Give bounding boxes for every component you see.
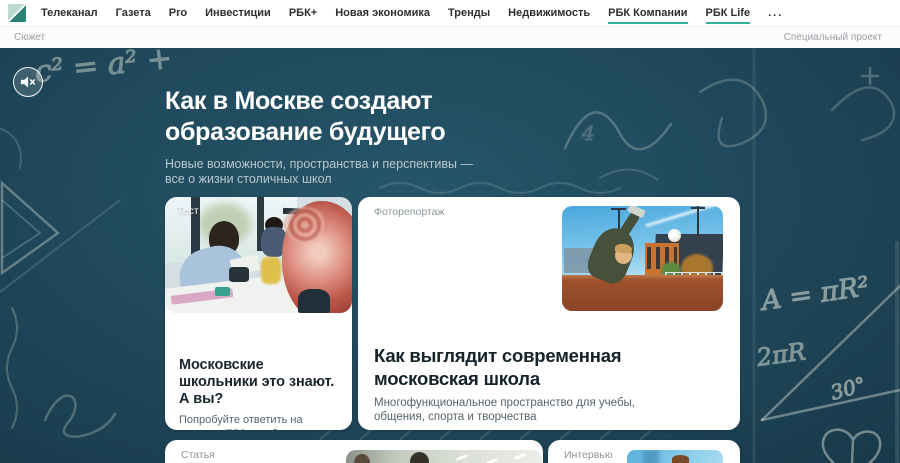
nav-item-new-economy[interactable]: Новая экономика <box>335 2 430 24</box>
card-tag: Интервью <box>564 449 613 461</box>
svg-text:4: 4 <box>581 121 595 145</box>
chalk-triangle-ruler <box>0 180 60 276</box>
page-title: Как в Москве создают образование будущег… <box>165 87 446 146</box>
nav-item-rbc-companies[interactable]: РБК Компании <box>608 2 688 24</box>
card-title: Московские школьники это знают. А вы? <box>179 357 335 407</box>
nav-more-dots-icon[interactable]: ... <box>768 2 783 24</box>
top-navbar: Телеканал Газета Pro Инвестиции РБК+ Нов… <box>0 0 900 27</box>
nav-item-investments[interactable]: Инвестиции <box>205 2 271 24</box>
nav-item-trends[interactable]: Тренды <box>448 2 490 24</box>
card-test[interactable]: Тест Московские школьники это знают. А в… <box>165 197 352 430</box>
chalk-formula-area: A = πR² <box>757 271 871 317</box>
cards-grid: Тест Московские школьники это знают. А в… <box>165 197 740 463</box>
chalk-formula-pythagoras: c² = a² + <box>33 48 174 90</box>
card-description: Попробуйте ответить на вопросы ЕГЭ и наб… <box>179 414 303 430</box>
card-description: Многофункциональное пространство для уче… <box>374 397 635 423</box>
rbc-logo-icon[interactable] <box>8 4 26 22</box>
nav-item-tv[interactable]: Телеканал <box>41 2 98 24</box>
story-label: Сюжет <box>14 32 46 43</box>
card-photoreport-image <box>562 206 723 311</box>
chalk-formula-circumference: 2πR <box>754 337 808 372</box>
nav-item-rbc-plus[interactable]: РБК+ <box>289 2 317 24</box>
nav-item-newspaper[interactable]: Газета <box>116 2 151 24</box>
page-subtitle: Новые возможности, пространства и перспе… <box>165 157 473 186</box>
sub-bar: Сюжет Специальный проект <box>0 27 900 48</box>
special-project-label: Специальный проект <box>783 32 882 43</box>
main-nav: Телеканал Газета Pro Инвестиции РБК+ Нов… <box>41 2 783 24</box>
hero-text-block: Как в Москве создают образование будущег… <box>165 86 473 187</box>
nav-item-pro[interactable]: Pro <box>169 2 187 24</box>
card-title: Как выглядит современная московская школ… <box>374 345 622 389</box>
muted-speaker-icon <box>20 76 35 88</box>
card-tag: Статья <box>181 449 215 461</box>
card-tag: Тест <box>177 205 199 217</box>
card-photoreport[interactable]: Фоторепортаж Как выглядит современная мо… <box>358 197 740 430</box>
card-tag: Фоторепортаж <box>374 206 445 218</box>
card-test-image: Тест <box>165 197 352 313</box>
nav-item-rbc-life[interactable]: РБК Life <box>705 2 751 24</box>
card-interview-image <box>627 450 723 463</box>
chalk-heart <box>821 428 882 463</box>
hero-chalkboard: c² = a² + 4 A = πR² 2πR 30° Как в Москве… <box>0 48 900 463</box>
chalk-angle-label: 30° <box>828 372 869 405</box>
card-article[interactable]: Статья <box>165 440 543 463</box>
mute-button[interactable] <box>13 67 43 97</box>
card-article-image <box>346 450 542 463</box>
card-interview[interactable]: Интервью <box>548 440 740 463</box>
nav-item-realty[interactable]: Недвижимость <box>508 2 590 24</box>
